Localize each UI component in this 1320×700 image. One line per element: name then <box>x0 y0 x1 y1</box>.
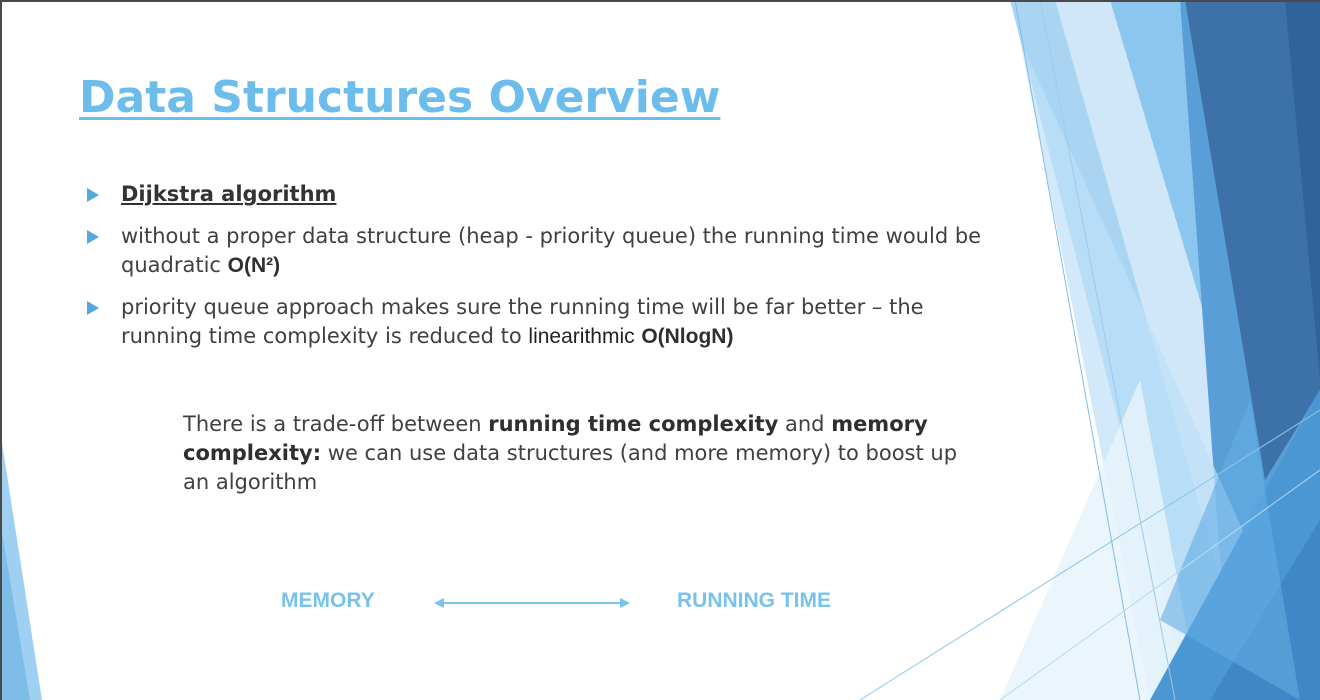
tradeoff-statement: There is a trade-off between running tim… <box>183 410 963 497</box>
slide-title: Data Structures Overview <box>79 72 721 123</box>
tradeoff-text: and <box>778 412 832 436</box>
bullet-heading: Dijkstra algorithm <box>121 182 337 206</box>
slide: Data Structures Overview Dijkstra algori… <box>0 0 1320 700</box>
tradeoff-text: There is a trade-off between <box>183 412 489 436</box>
bullet-item: without a proper data structure (heap - … <box>85 222 985 280</box>
bullet-list: Dijkstra algorithm without a proper data… <box>85 180 985 364</box>
frame-border-top <box>0 0 1320 2</box>
bullet-arrow-icon <box>87 301 99 315</box>
tradeoff-emphasis: running time complexity <box>488 412 779 436</box>
complexity-notation: O(N²) <box>227 254 281 277</box>
bullet-arrow-icon <box>87 188 99 202</box>
bullet-text: priority queue approach makes sure the r… <box>121 295 924 348</box>
bullet-arrow-icon <box>87 230 99 244</box>
running-time-label: RUNNING TIME <box>677 589 831 612</box>
bullet-item: Dijkstra algorithm <box>85 180 985 209</box>
frame-border-left <box>0 0 2 700</box>
memory-label: MEMORY <box>281 589 375 612</box>
complexity-notation: O(NlogN) <box>641 325 734 348</box>
double-arrow-icon <box>434 598 630 608</box>
complexity-term: linearithmic <box>528 325 635 348</box>
bullet-item: priority queue approach makes sure the r… <box>85 293 985 351</box>
